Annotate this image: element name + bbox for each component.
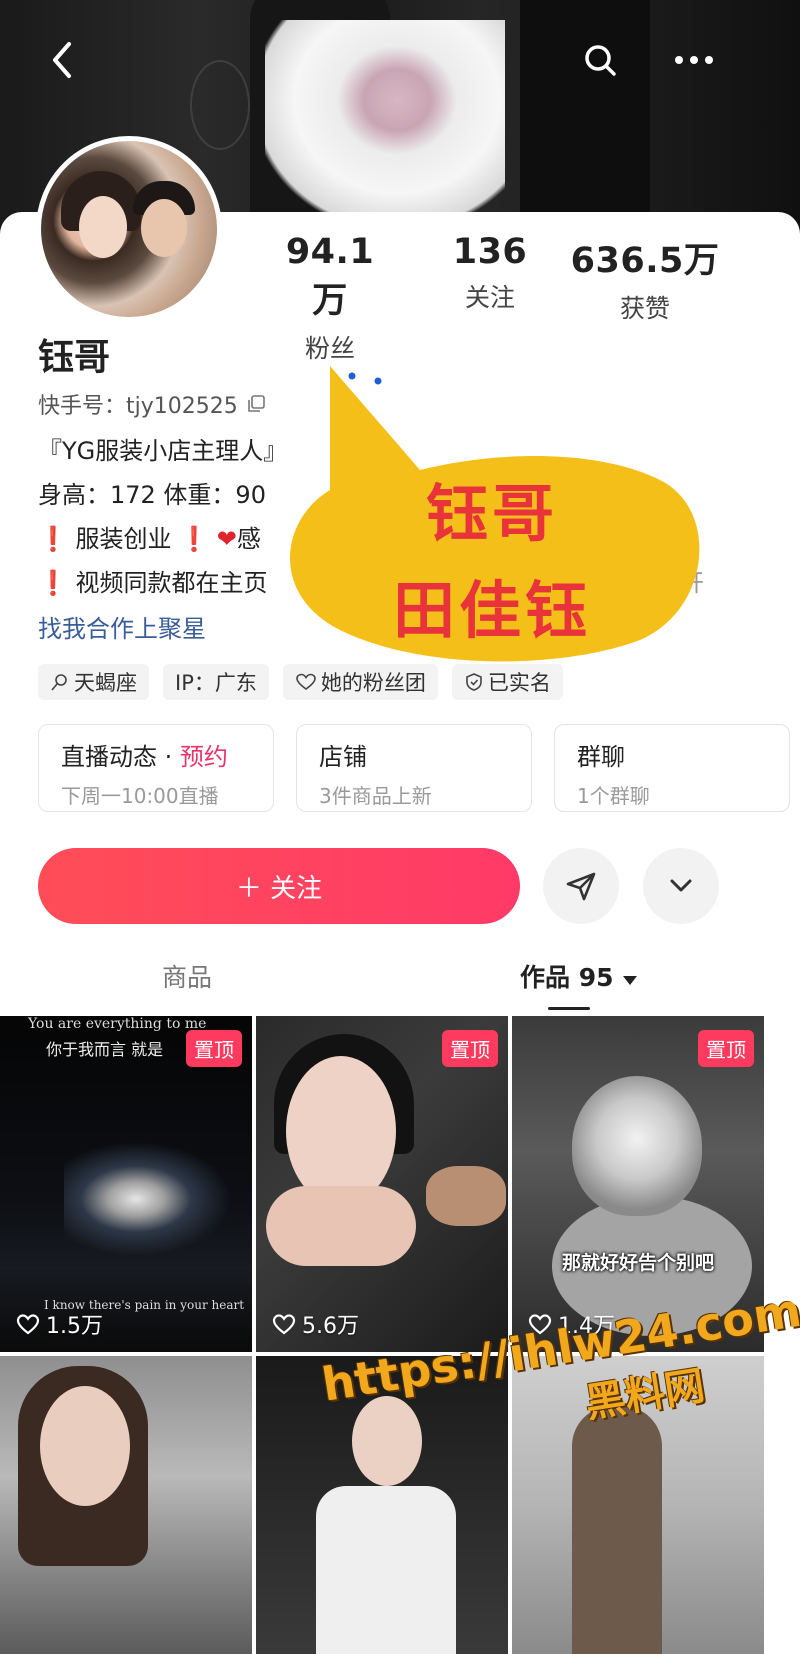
video-likes: 5.6万	[272, 1308, 359, 1340]
video-scene	[64, 1134, 244, 1264]
likes-count: 1.4万	[558, 1314, 615, 1339]
avatar-face	[79, 196, 127, 258]
video-thumbnail[interactable]: 置顶 5.6万	[256, 1016, 508, 1352]
tab-works-label: 作品 95	[520, 963, 614, 992]
video-scene	[286, 1056, 396, 1206]
video-scene	[572, 1406, 662, 1654]
video-likes: 1.4万	[528, 1308, 615, 1340]
video-scene	[572, 1076, 702, 1216]
caret-down-icon	[623, 976, 638, 985]
chevron-down-icon	[670, 879, 692, 892]
heart-outline-icon	[16, 1313, 40, 1334]
video-thumbnail[interactable]: You are everything to me 你于我而言 就是 I know…	[0, 1016, 252, 1352]
speech-bubble-overlay	[290, 366, 700, 662]
video-thumbnail[interactable]	[512, 1356, 764, 1654]
likes-count: 5.6万	[302, 1314, 359, 1339]
pinned-badge: 置顶	[698, 1030, 754, 1067]
video-scene	[316, 1486, 456, 1654]
tab-works[interactable]: 作品 95	[520, 958, 638, 994]
tab-goods[interactable]: 商品	[162, 958, 212, 994]
send-icon	[566, 872, 596, 901]
video-scene	[352, 1396, 422, 1486]
follow-label: ＋ 关注	[235, 873, 323, 904]
overlay-name: 钰哥	[425, 477, 558, 550]
video-caption: 你于我而言 就是	[46, 1040, 164, 1059]
avatar[interactable]	[36, 136, 222, 322]
video-caption: You are everything to me	[28, 1016, 207, 1032]
video-scene	[426, 1166, 506, 1226]
likes-count: 1.5万	[46, 1314, 103, 1339]
video-scene	[266, 1186, 416, 1266]
video-subtitle: 那就好好告个别吧	[561, 1252, 714, 1274]
video-likes: 1.5万	[16, 1308, 103, 1340]
heart-outline-icon	[272, 1313, 296, 1334]
video-thumbnail[interactable]	[0, 1356, 252, 1654]
video-grid: You are everything to me 你于我而言 就是 I know…	[0, 1016, 800, 1654]
share-button[interactable]	[543, 848, 619, 924]
blue-dot	[348, 372, 356, 380]
follow-button[interactable]: ＋ 关注	[38, 848, 520, 924]
overlay-fullname: 田佳钰	[392, 574, 591, 647]
heart-outline-icon	[528, 1313, 552, 1334]
video-scene	[40, 1386, 130, 1506]
blue-dot	[374, 377, 382, 385]
video-thumbnail[interactable]: 那就好好告个别吧 置顶 1.4万	[512, 1016, 764, 1352]
pinned-badge: 置顶	[186, 1030, 242, 1067]
tab-active-indicator	[548, 1007, 590, 1010]
avatar-face	[141, 199, 187, 257]
pinned-badge: 置顶	[442, 1030, 498, 1067]
more-options-button[interactable]	[643, 848, 719, 924]
video-thumbnail[interactable]	[256, 1356, 508, 1654]
